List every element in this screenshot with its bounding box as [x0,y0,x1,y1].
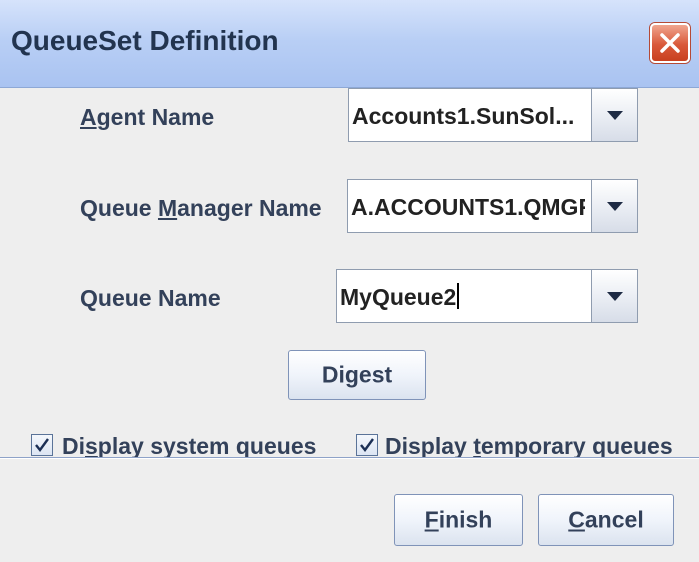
agent-name-dropdown-button[interactable] [591,89,637,141]
agent-name-value: Accounts1.SunSol... [352,103,575,129]
queue-name-combo[interactable]: MyQueue2 [336,269,638,323]
display-system-queues-label[interactable]: Display system queues [62,433,316,460]
display-temporary-queues-checkbox[interactable] [356,434,378,456]
digest-button[interactable]: Digest [288,350,426,400]
agent-name-mnemonic: A [80,104,97,130]
window-title: QueueSet Definition [11,25,279,56]
chevron-down-icon [607,292,623,301]
queueset-definition-dialog: QueueSet Definition Agent Name Accounts1… [0,0,699,562]
close-icon [660,33,680,53]
queue-manager-name-mnemonic: M [157,195,178,221]
queue-manager-name-label: Queue Manager Name [80,195,322,221]
queue-manager-name-value: A.ACCOUNTS1.QMGR [351,194,585,220]
chevron-down-icon [607,202,623,211]
checkmark-icon [360,438,374,452]
queue-name-dropdown-button[interactable] [591,270,637,322]
checkmark-icon [35,438,49,452]
cancel-button[interactable]: Cancel [538,494,674,546]
title-bar[interactable]: QueueSet Definition [0,0,699,88]
agent-name-label: Agent Name [80,104,215,130]
queue-manager-dropdown-button[interactable] [591,180,637,232]
queue-name-input[interactable]: MyQueue2 [340,283,585,311]
finish-button[interactable]: Finish [394,494,523,546]
queue-name-label: Queue Name [80,285,221,311]
close-button[interactable] [650,23,690,63]
text-cursor [457,283,460,309]
agent-name-combo[interactable]: Accounts1.SunSol... [348,88,638,142]
queue-manager-name-combo[interactable]: A.ACCOUNTS1.QMGR [347,179,638,233]
display-system-queues-checkbox[interactable] [31,434,53,456]
separator [0,457,699,459]
display-temporary-queues-label[interactable]: Display temporary queues [385,433,673,460]
chevron-down-icon [607,111,623,120]
